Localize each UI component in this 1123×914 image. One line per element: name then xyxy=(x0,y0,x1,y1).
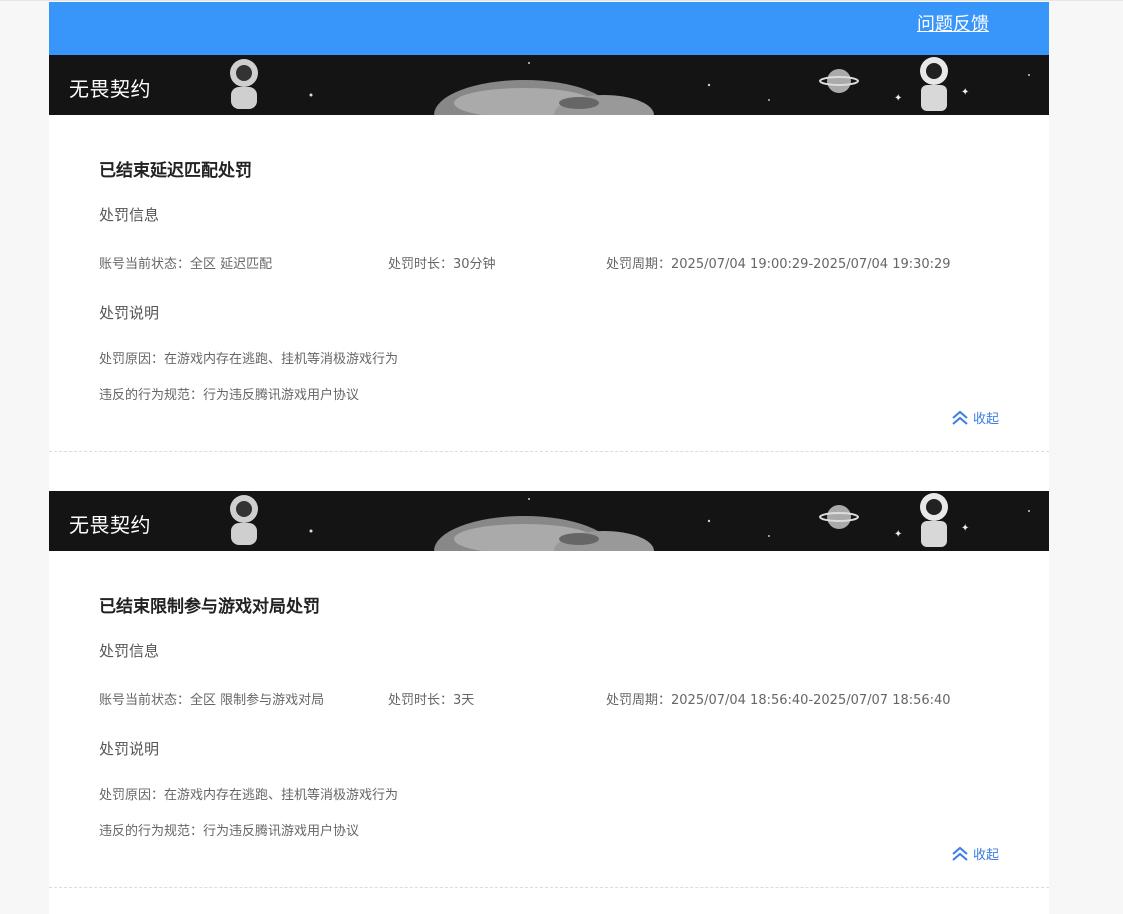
penalty-period: 处罚周期：2025/07/04 18:56:40-2025/07/07 18:5… xyxy=(606,693,951,708)
penalty-reason: 处罚原因：在游戏内存在逃跑、挂机等消极游戏行为 xyxy=(99,352,399,367)
penalty-reason: 处罚原因：在游戏内存在逃跑、挂机等消极游戏行为 xyxy=(99,788,399,803)
collapse-label: 收起 xyxy=(972,412,999,427)
space-banner-illustration: ✦ ✦ xyxy=(230,493,1030,551)
banner-title: 无畏契约 xyxy=(69,513,151,537)
svg-text:✦: ✦ xyxy=(961,523,969,534)
penalty-duration: 处罚时长：30分钟 xyxy=(388,257,496,272)
header-bar: 问题反馈 xyxy=(49,2,1049,55)
penalty-title: 已结束延迟匹配处罚 xyxy=(99,161,252,181)
svg-text:✦: ✦ xyxy=(961,87,969,98)
svg-text:✦: ✦ xyxy=(894,93,902,104)
violated-rule: 违反的行为规范：行为违反腾讯游戏用户协议 xyxy=(99,824,360,839)
account-status: 账号当前状态：全区 限制参与游戏对局 xyxy=(99,693,325,708)
penalty-title: 已结束限制参与游戏对局处罚 xyxy=(99,597,320,617)
collapse-button[interactable]: 收起 xyxy=(951,408,999,427)
penalty-card: 已结束限制参与游戏对局处罚 处罚信息 账号当前状态：全区 限制参与游戏对局 处罚… xyxy=(49,551,1049,888)
space-banner-illustration: ✦ ✦ xyxy=(230,57,1030,115)
section-gap xyxy=(49,452,1049,491)
penalty-period: 处罚周期：2025/07/04 19:00:29-2025/07/04 19:3… xyxy=(606,257,951,272)
page-container: 问题反馈 ✦ ✦ 无畏契约 已结束延迟匹配处罚 处罚信息 账号当前状态：全区 延… xyxy=(49,2,1049,914)
top-border xyxy=(0,0,1123,1)
collapse-label: 收起 xyxy=(972,848,999,863)
game-banner: ✦ ✦ 无畏契约 xyxy=(49,55,1049,115)
double-chevron-up-icon xyxy=(952,846,968,861)
double-chevron-up-icon xyxy=(952,410,968,425)
info-heading: 处罚信息 xyxy=(99,206,160,224)
info-heading: 处罚信息 xyxy=(99,642,160,660)
collapse-button[interactable]: 收起 xyxy=(951,844,999,863)
penalty-card: 已结束延迟匹配处罚 处罚信息 账号当前状态：全区 延迟匹配 处罚时长：30分钟 … xyxy=(49,115,1049,452)
account-status: 账号当前状态：全区 延迟匹配 xyxy=(99,257,273,272)
game-banner: ✦ ✦ 无畏契约 xyxy=(49,491,1049,551)
banner-title: 无畏契约 xyxy=(69,77,151,101)
violated-rule: 违反的行为规范：行为违反腾讯游戏用户协议 xyxy=(99,388,360,403)
explain-heading: 处罚说明 xyxy=(99,740,160,758)
penalty-duration: 处罚时长：3天 xyxy=(388,693,475,708)
feedback-link[interactable]: 问题反馈 xyxy=(917,10,989,36)
explain-heading: 处罚说明 xyxy=(99,304,160,322)
svg-text:✦: ✦ xyxy=(894,529,902,540)
